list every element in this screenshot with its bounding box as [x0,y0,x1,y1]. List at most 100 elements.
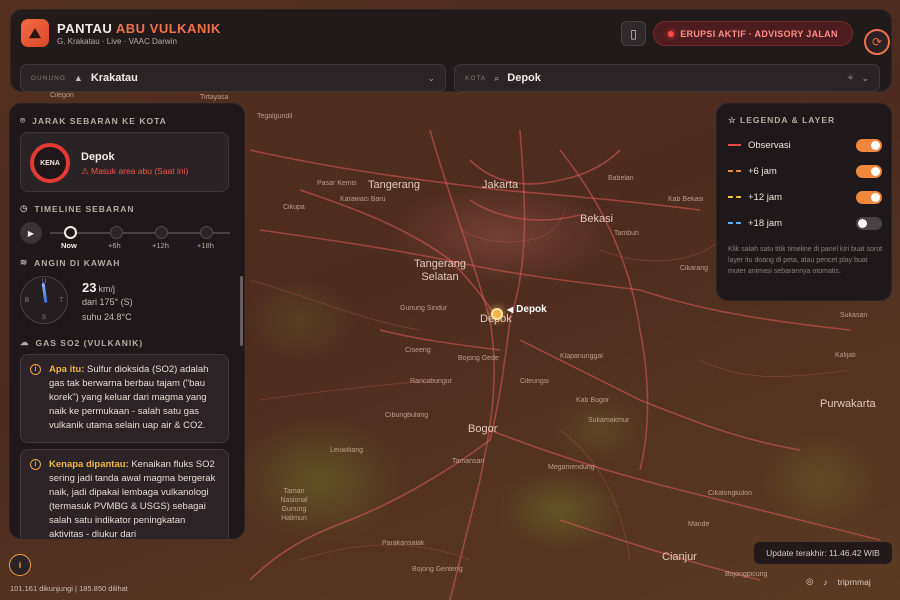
left-panel: ⌾ JARAK SEBARAN KE KOTA KENA Depok ⚠ Mas… [9,103,245,539]
so2-what-label: Apa itu: [49,364,85,375]
map-label: Parakansalak [382,540,425,547]
volcano-logo-icon: ⛰ [21,19,49,47]
play-button[interactable]: ▶ [20,222,42,244]
map-label: Rancabungur [410,378,453,385]
info-icon: i [30,459,41,470]
city-field-label: KOTA [465,74,487,82]
legend-layer-name: +6 jam [748,165,777,177]
map-label: Tangerang Selatan [414,258,466,283]
map-label: Cikupa [283,204,305,211]
timeline-control: ▶ Now +6h +12h +18h [20,220,230,250]
refresh-icon: ⟳ [871,35,883,49]
locate-crosshair-icon[interactable]: ⌖ [847,72,853,85]
alert-label: ERUPSI AKTIF · ADVISORY JALAN [680,28,838,39]
toggle-knob [871,166,880,176]
toggle-knob [871,192,880,202]
eruption-alert-badge[interactable]: ERUPSI AKTIF · ADVISORY JALAN [653,21,853,46]
so2-why-label: Kenapa dipantau: [49,459,129,470]
toggle-sidebar-button[interactable]: ▯ [621,21,646,46]
info-icon: i [30,364,41,375]
wind-compass: U T S B [20,276,68,324]
map-label: Klapanunggal [560,353,603,360]
legend-title: ☆ LEGENDA & LAYER [728,115,835,126]
social-links: ◎ ♪ triprnmaj [806,576,871,587]
map-label: Bogor [468,423,498,435]
legend-row: +6 jam [728,163,882,179]
timeline-section-label: TIMELINE SEBARAN [34,203,135,214]
app-title-accent: ABU VULKANIK [115,21,221,36]
about-info-button[interactable]: i [9,554,31,576]
compass-east: T [59,298,63,304]
timeline-node-18h[interactable] [200,226,213,239]
volcano-select-value: Krakatau [90,72,138,84]
mountain-icon: ▲ [73,73,83,83]
city-impact-card[interactable]: KENA Depok ⚠ Masuk area abu (Saat ini) [20,132,229,192]
timeline-label: +12h [152,241,169,250]
instagram-icon[interactable]: ◎ [806,576,813,587]
legend-row: +12 jam [728,189,882,205]
chevron-down-icon[interactable]: ⌄ [861,73,869,84]
city-field-value: Depok [507,72,541,84]
so2-section-title: ☁ GAS SO2 (VULKANIK) [20,337,143,348]
map-label: Cilegon [50,92,74,99]
map-label: Leuwiliang [330,447,364,454]
clock-icon: ◷ [20,203,29,213]
map-label: Purwakarta [820,398,876,410]
map-label: Cibungbulang [385,412,429,419]
map-label: Bojong Gede [458,355,499,362]
star-icon: ☆ [728,115,737,125]
impact-ring-badge: KENA [30,143,70,183]
map-label: Mande [688,521,710,528]
timeline-node-6h[interactable] [110,226,123,239]
timeline-node-now[interactable] [64,226,77,239]
layer-toggle[interactable] [856,216,882,230]
map-label: Babelan [608,175,634,182]
map-label: Gunung Sindur [400,305,448,312]
legend-layer-name: Observasi [748,139,791,151]
map-label: Bojong Genteng [412,566,463,573]
layer-toggle[interactable] [856,164,882,178]
so2-section-label: GAS SO2 (VULKANIK) [35,337,144,348]
city-search-field[interactable]: KOTA ⌕ Depok ⌖ ⌄ [454,64,880,92]
layer-toggle[interactable] [856,190,882,204]
map-label: Pasar Kemis [317,180,357,187]
timeline-label: +6h [108,241,121,250]
legend-row: Observasi [728,137,882,153]
map-label: Jakarta [482,179,519,191]
legend-row: +18 jam [728,215,882,231]
compass-west: B [25,298,30,304]
legend-panel: ☆ LEGENDA & LAYER Observasi +6 jam +12 jam… [716,103,892,301]
volcano-select[interactable]: GUNUNG ▲ Krakatau ⌄ [20,64,446,92]
timeline-node-12h[interactable] [155,226,168,239]
app-title-main: PANTAU [57,21,113,36]
map-label: Bojongpicung [725,571,768,578]
social-handle[interactable]: triprnmaj [838,577,871,587]
map-label: Karawaci Baru [340,196,386,203]
wind-speed-value: 23 [82,280,97,295]
map-label: Sukamakmur [588,417,630,424]
so2-why-card: i Kenapa dipantau: Kenaikan fluks SO2 se… [20,449,229,539]
toggle-knob [858,218,867,228]
map-label: Bekasi [580,213,614,225]
timeline-label: Now [61,241,77,250]
tiktok-icon[interactable]: ♪ [823,577,827,587]
layer-toggle[interactable] [856,138,882,152]
map-label: Megamendung [548,464,595,471]
so2-why-text: Kenaikan fluks SO2 sering jadi tanda awa… [49,459,216,539]
map-label: Cikarang [680,265,709,272]
impact-status: ⚠ Masuk area abu (Saat ini) [81,166,188,177]
wind-section-label: ANGIN DI KAWAH [34,257,121,268]
legend-swatch [728,170,741,172]
distance-section-label: JARAK SEBARAN KE KOTA [32,115,167,126]
search-icon: ⌕ [494,72,500,83]
panel-scrollbar[interactable] [240,276,243,346]
refresh-button[interactable]: ⟳ [864,29,890,55]
so2-what-card: i Apa itu: Sulfur dioksida (SO2) adalah … [20,354,229,443]
map-label: Kab Bekasi [668,196,704,203]
app-title: PANTAU ABU VULKANIK [57,21,221,36]
distance-section-title: ⌾ JARAK SEBARAN KE KOTA [20,115,167,126]
map-label: Tambun [614,230,639,237]
city-pin[interactable] [491,308,503,320]
visit-counter: 101.161 dikunjungi | 185.850 dilihat [10,584,128,593]
warning-icon: ⚠ [81,166,89,176]
